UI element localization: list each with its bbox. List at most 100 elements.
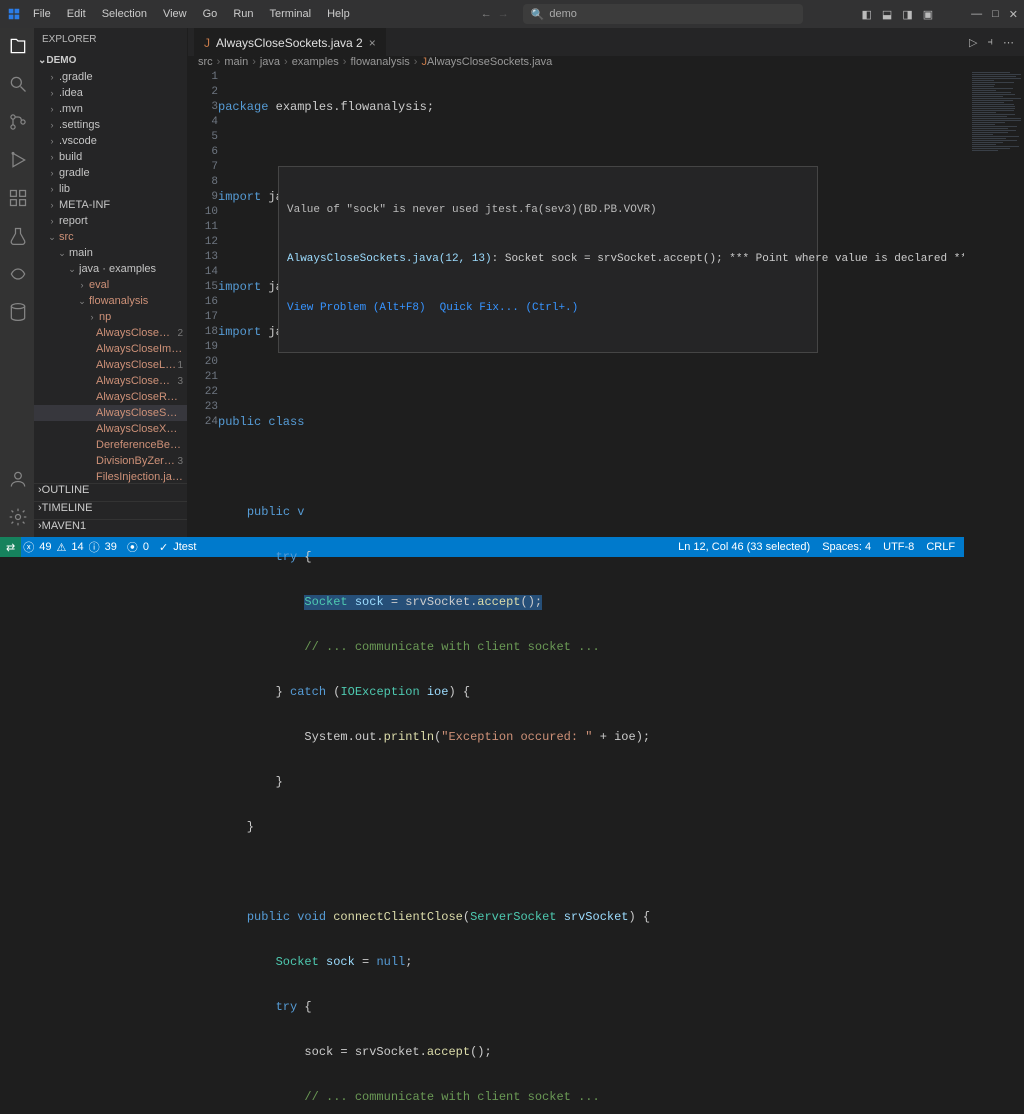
command-search[interactable]: 🔍 demo [523,4,803,24]
app-logo-icon [6,6,22,22]
tree-file[interactable]: AlwaysCloseGSS.java2 [34,325,187,341]
tree-folder[interactable]: ›gradle [34,165,187,181]
hover-tooltip: Value of "sock" is never used jtest.fa(s… [278,166,818,353]
minimize-icon[interactable]: — [971,8,982,21]
bottom-sections: ›OUTLINE ›TIMELINE ›MAVEN1 [34,483,187,537]
tree-folder[interactable]: ⌄java · examples [34,261,187,277]
minimap[interactable] [964,68,1024,1114]
project-root[interactable]: ⌄ DEMO [34,51,187,69]
warn-icon: ⚠ [56,541,66,554]
gutter: 123456789101112131415161718192021222324 [188,68,218,1114]
tree-folder[interactable]: ›.mvn [34,101,187,117]
code-lines[interactable]: package examples.flowanalysis; import ja… [218,68,964,1114]
tree-folder[interactable]: ›build [34,149,187,165]
status-errors[interactable]: ⓧ49 ⚠14 ⓘ39 [23,539,117,555]
tab-close-icon[interactable]: × [369,36,376,50]
menu-go[interactable]: Go [196,5,225,23]
menu-selection[interactable]: Selection [95,5,154,23]
code-editor[interactable]: 123456789101112131415161718192021222324 … [188,68,1024,1114]
project-name: DEMO [46,55,76,66]
timeline-section[interactable]: ›TIMELINE [34,501,187,519]
more-icon[interactable]: ⋯ [1003,36,1014,49]
chevron-down-icon: ⌄ [38,55,46,66]
layout-left-icon[interactable]: ◧ [862,8,872,21]
close-icon[interactable]: ✕ [1009,8,1018,21]
menu-terminal[interactable]: Terminal [263,5,319,23]
tree-file[interactable]: AlwaysCloseRAFs.java [34,389,187,405]
nav-forward-icon[interactable]: → [498,8,509,20]
tree-folder[interactable]: ›.idea [34,85,187,101]
activity-settings-icon[interactable] [6,505,30,529]
tooltip-detail: AlwaysCloseSockets.java(12, 13): Socket … [287,252,809,267]
layout-right-icon[interactable]: ◨ [902,8,912,21]
run-icon[interactable]: ▷ [969,36,977,49]
editor-tabs: J AlwaysCloseSockets.java 2 × ▷ ⫞ ⋯ [188,28,1024,56]
menu-run[interactable]: Run [226,5,260,23]
tree-folder[interactable]: ⌄main [34,245,187,261]
tree-folder[interactable]: ⌄src [34,229,187,245]
crumb[interactable]: flowanalysis [350,56,409,68]
maximize-icon[interactable]: □ [992,8,999,21]
info-icon: ⓘ [89,539,100,555]
tree-folder[interactable]: ›META-INF [34,197,187,213]
remote-button[interactable]: ⇄ [0,537,21,557]
tree-folder[interactable]: ›eval [34,277,187,293]
maven-section[interactable]: ›MAVEN1 [34,519,187,537]
tree-file[interactable]: AlwaysCloseLogging.java1 [34,357,187,373]
tree-file[interactable]: FilesInjection.java [34,469,187,483]
tree-file[interactable]: AlwaysCloseSockets.java [34,405,187,421]
crumb[interactable]: AlwaysCloseSockets.java [427,56,552,68]
activity-bar [0,28,34,537]
split-icon[interactable]: ⫞ [988,36,994,49]
tree-file[interactable]: DivisionByZero.java3 [34,453,187,469]
activity-search-icon[interactable] [6,72,30,96]
activity-jtest-icon[interactable] [6,262,30,286]
status-radio[interactable]: ⦿0 [127,539,149,555]
tree-file[interactable]: AlwaysCloseXMLEncDec.java [34,421,187,437]
layout-full-icon[interactable]: ▣ [923,8,933,21]
activity-extensions-icon[interactable] [6,186,30,210]
java-file-icon: J [204,36,210,50]
activity-explorer-icon[interactable] [6,34,30,58]
crumb[interactable]: examples [292,56,339,68]
tree-folder[interactable]: ›.gradle [34,69,187,85]
tree-folder[interactable]: ›np [34,309,187,325]
tab-file[interactable]: J AlwaysCloseSockets.java 2 × [194,28,386,56]
crumb[interactable]: java [260,56,280,68]
editor-area: J AlwaysCloseSockets.java 2 × ▷ ⫞ ⋯ src›… [188,28,1024,537]
window-controls: ◧ ⬓ ◨ ▣ — □ ✕ [862,8,1019,21]
menu-help[interactable]: Help [320,5,357,23]
tree-file[interactable]: DereferenceBeforeNullCheck.java [34,437,187,453]
view-problem-link[interactable]: View Problem (Alt+F8) [287,301,426,316]
activity-scm-icon[interactable] [6,110,30,134]
error-icon: ⓧ [23,539,34,555]
activity-debug-icon[interactable] [6,148,30,172]
nav-back-icon[interactable]: ← [481,8,492,20]
editor-actions: ▷ ⫞ ⋯ [969,36,1024,49]
activity-test-icon[interactable] [6,224,30,248]
tree-file[interactable]: AlwaysCloseNIOChannels.java3 [34,373,187,389]
tooltip-warning: Value of "sock" is never used jtest.fa(s… [287,203,809,218]
tree-folder[interactable]: ⌄flowanalysis [34,293,187,309]
tree-folder[interactable]: ›report [34,213,187,229]
crumb[interactable]: main [224,56,248,68]
breadcrumb[interactable]: src› main› java› examples› flowanalysis›… [188,56,1024,68]
tree-folder[interactable]: ›.settings [34,117,187,133]
crumb[interactable]: src [198,56,213,68]
search-text: demo [549,8,577,20]
tree-folder[interactable]: ›.vscode [34,133,187,149]
tab-label: AlwaysCloseSockets.java 2 [216,36,363,50]
tree-folder[interactable]: ›lib [34,181,187,197]
menu-file[interactable]: File [26,5,58,23]
activity-account-icon[interactable] [6,467,30,491]
titlebar: File Edit Selection View Go Run Terminal… [0,0,1024,28]
main-area: Explorer ⌄ DEMO ›.gradle›.idea›.mvn›.set… [0,28,1024,537]
activity-db-icon[interactable] [6,300,30,324]
layout-bottom-icon[interactable]: ⬓ [882,8,892,21]
file-tree[interactable]: ›.gradle›.idea›.mvn›.settings›.vscode›bu… [34,69,187,483]
outline-section[interactable]: ›OUTLINE [34,483,187,501]
menu-view[interactable]: View [156,5,194,23]
tree-file[interactable]: AlwaysCloseImages.java [34,341,187,357]
menu-edit[interactable]: Edit [60,5,93,23]
quick-fix-link[interactable]: Quick Fix... (Ctrl+.) [440,301,579,316]
